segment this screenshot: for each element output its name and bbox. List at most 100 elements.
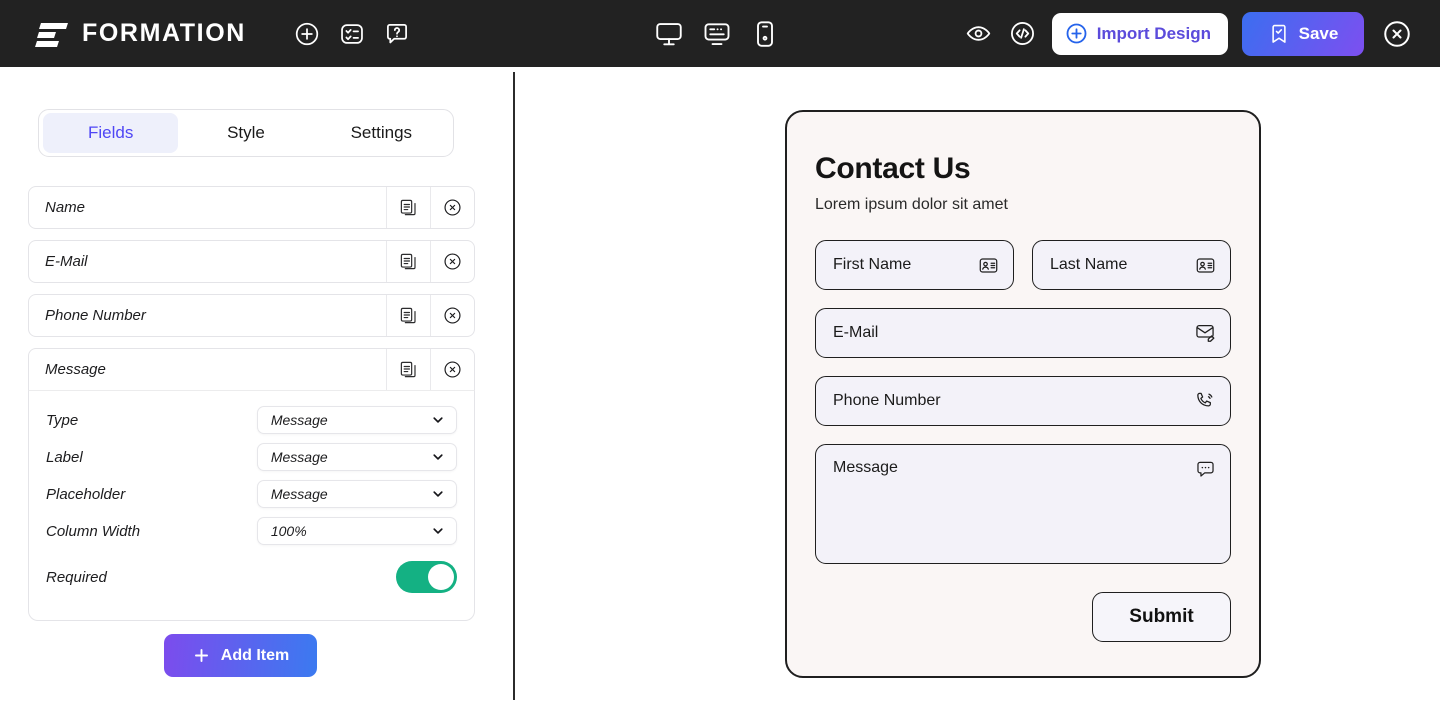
save-label: Save xyxy=(1298,23,1339,43)
chevron-down-icon xyxy=(431,524,445,538)
placeholder-select[interactable]: Message xyxy=(256,480,457,508)
tab-fields-label: Fields xyxy=(87,123,134,142)
device-preview-switcher xyxy=(654,0,780,67)
preview-email-row: E-Mail xyxy=(815,308,1231,358)
last-name-input[interactable]: Last Name xyxy=(1032,240,1231,290)
first-name-input[interactable]: First Name xyxy=(815,240,1014,290)
preview-title: Contact Us xyxy=(815,152,971,185)
editor-tabs: Fields Style Settings xyxy=(38,109,454,157)
type-select-value: Message xyxy=(270,412,328,428)
setting-required: Required xyxy=(46,555,457,599)
duplicate-icon[interactable] xyxy=(386,349,430,390)
preview-fields: First Name Last Name E-Mail Phone Number… xyxy=(815,240,1231,564)
chevron-down-icon xyxy=(431,450,445,464)
delete-field-button[interactable] xyxy=(430,349,474,390)
required-toggle[interactable] xyxy=(395,561,457,593)
close-circle-icon[interactable] xyxy=(1382,19,1412,49)
field-list: Name E-Mail Phone Number Message Type Me… xyxy=(28,186,475,621)
chat-dots-icon xyxy=(1195,459,1216,480)
header-right-actions: Import Design Save xyxy=(964,0,1412,67)
field-settings-panel: Type Message Label Message Placeholder M… xyxy=(28,391,475,621)
field-name-label: Name xyxy=(45,199,86,216)
type-select[interactable]: Message xyxy=(256,406,457,434)
preview-message-row: Message xyxy=(815,444,1231,564)
email-input[interactable]: E-Mail xyxy=(815,308,1231,358)
mail-edit-icon xyxy=(1194,322,1216,344)
setting-placeholder-label: Placeholder xyxy=(46,485,126,503)
plus-circle-icon[interactable] xyxy=(292,19,322,49)
editor-panel: Fields Style Settings Name E-Mail Phone … xyxy=(0,67,513,721)
contact-card-icon xyxy=(1195,255,1216,276)
label-select-value: Message xyxy=(270,449,328,465)
tablet-icon[interactable] xyxy=(702,19,732,49)
preview-phone-row: Phone Number xyxy=(815,376,1231,426)
field-row-name[interactable]: Name xyxy=(28,186,475,229)
column-width-select-value: 100% xyxy=(270,523,307,539)
form-list-icon[interactable] xyxy=(337,19,367,49)
phone-input[interactable]: Phone Number xyxy=(815,376,1231,426)
help-chat-icon[interactable] xyxy=(382,19,412,49)
app-header: FORMATION Import Design Save xyxy=(0,0,1440,67)
contact-card-icon xyxy=(978,255,999,276)
message-placeholder: Message xyxy=(833,459,898,476)
plus-icon xyxy=(192,646,211,665)
duplicate-icon[interactable] xyxy=(386,295,430,336)
email-placeholder: E-Mail xyxy=(833,324,879,341)
tab-style-label: Style xyxy=(227,123,265,142)
save-button[interactable]: Save xyxy=(1242,11,1364,56)
duplicate-icon[interactable] xyxy=(386,187,430,228)
add-item-button[interactable]: Add Item xyxy=(164,634,317,677)
plus-circle-icon xyxy=(1065,22,1088,45)
required-toggle-knob xyxy=(428,564,454,590)
setting-placeholder: Placeholder Message xyxy=(46,476,457,512)
setting-type: Type Message xyxy=(46,402,457,438)
submit-label: Submit xyxy=(1129,606,1194,627)
delete-field-button[interactable] xyxy=(430,295,474,336)
duplicate-icon[interactable] xyxy=(386,241,430,282)
bookmark-check-icon xyxy=(1268,23,1290,45)
formation-logo-icon xyxy=(35,21,70,47)
label-select[interactable]: Message xyxy=(256,443,457,471)
panel-divider xyxy=(513,72,515,700)
preview-name-row: First Name Last Name xyxy=(815,240,1231,290)
phone-ring-icon xyxy=(1194,390,1216,412)
import-design-label: Import Design xyxy=(1096,23,1211,43)
field-name-label: Message xyxy=(45,361,106,378)
preview-eye-icon[interactable] xyxy=(964,19,994,49)
setting-column-width-label: Column Width xyxy=(46,522,141,540)
field-name-label: Phone Number xyxy=(45,307,146,324)
setting-label: Label Message xyxy=(46,439,457,475)
first-name-placeholder: First Name xyxy=(833,256,912,273)
form-preview-card: Contact Us Lorem ipsum dolor sit amet Fi… xyxy=(785,110,1261,678)
message-textarea[interactable]: Message xyxy=(815,444,1231,564)
brand-name: FORMATION xyxy=(82,19,246,47)
tab-settings[interactable]: Settings xyxy=(314,113,449,153)
setting-type-label: Type xyxy=(46,411,79,429)
field-row-phone-number[interactable]: Phone Number xyxy=(28,294,475,337)
tab-settings-label: Settings xyxy=(350,123,413,142)
chevron-down-icon xyxy=(431,487,445,501)
desktop-icon[interactable] xyxy=(654,19,684,49)
phone-placeholder: Phone Number xyxy=(833,392,941,409)
header-left-icons xyxy=(292,19,412,49)
field-row-message[interactable]: Message xyxy=(28,348,475,391)
mobile-icon[interactable] xyxy=(750,19,780,49)
field-name-label: E-Mail xyxy=(45,253,88,270)
delete-field-button[interactable] xyxy=(430,241,474,282)
last-name-placeholder: Last Name xyxy=(1050,256,1128,273)
preview-subtitle: Lorem ipsum dolor sit amet xyxy=(815,196,1008,213)
column-width-select[interactable]: 100% xyxy=(256,517,457,545)
brand: FORMATION xyxy=(35,19,246,48)
delete-field-button[interactable] xyxy=(430,187,474,228)
setting-label-label: Label xyxy=(46,448,83,466)
chevron-down-icon xyxy=(431,413,445,427)
import-design-button[interactable]: Import Design xyxy=(1051,12,1228,55)
submit-button[interactable]: Submit xyxy=(1092,592,1231,642)
tab-style[interactable]: Style xyxy=(178,113,313,153)
placeholder-select-value: Message xyxy=(270,486,328,502)
setting-required-label: Required xyxy=(46,568,107,586)
field-row-email[interactable]: E-Mail xyxy=(28,240,475,283)
tab-fields[interactable]: Fields xyxy=(43,113,179,153)
setting-column-width: Column Width 100% xyxy=(46,513,457,549)
code-icon[interactable] xyxy=(1008,19,1038,49)
